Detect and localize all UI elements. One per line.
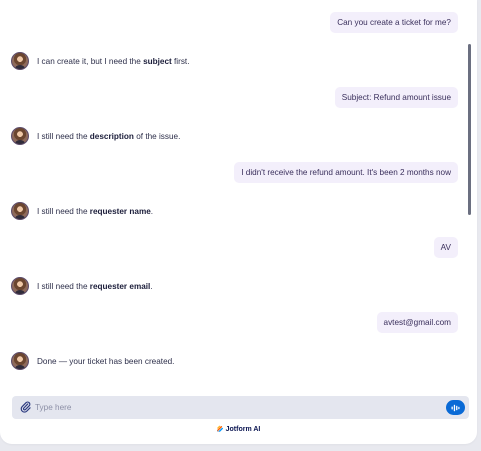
brand-name: Jotform AI xyxy=(225,426,261,433)
user-message-text: avtest@gmail.com xyxy=(383,318,451,327)
bot-message-text: I still need the requester name. xyxy=(37,206,154,216)
scrollbar-thumb[interactable] xyxy=(468,44,471,215)
avatar xyxy=(11,127,29,145)
bot-message: I still need the requester name. xyxy=(11,202,153,220)
bot-message: I still need the requester email. xyxy=(11,277,153,295)
user-message: Subject: Refund amount issue xyxy=(334,87,458,108)
user-message-text: Can you create a ticket for me? xyxy=(337,18,451,27)
bot-message: I can create it, but I need the subject … xyxy=(11,52,189,70)
user-message: avtest@gmail.com xyxy=(376,312,458,333)
avatar xyxy=(11,277,29,295)
waveform-icon xyxy=(451,404,460,411)
paperclip-icon[interactable] xyxy=(20,401,32,414)
brand-footer[interactable]: Jotform AI xyxy=(0,425,477,434)
user-message-text: AV xyxy=(440,243,451,252)
user-message: AV xyxy=(433,237,458,258)
user-message-text: Subject: Refund amount issue xyxy=(341,93,451,102)
chat-window: Can you create a ticket for me? I can cr… xyxy=(0,0,477,444)
bot-message: Done — your ticket has been created. xyxy=(11,352,174,370)
bot-message-text: Done — your ticket has been created. xyxy=(37,356,175,366)
bot-message-text: I still need the requester email. xyxy=(37,281,153,291)
jotform-logo-icon xyxy=(216,425,224,434)
bot-message-text: I can create it, but I need the subject … xyxy=(37,56,190,66)
user-message: I didn't receive the refund amount. It's… xyxy=(234,162,458,183)
avatar xyxy=(11,352,29,370)
message-input[interactable] xyxy=(35,398,435,417)
composer xyxy=(12,396,469,419)
avatar xyxy=(11,202,29,220)
bot-message-text: I still need the description of the issu… xyxy=(37,131,181,141)
voice-button[interactable] xyxy=(446,400,465,415)
user-message-text: I didn't receive the refund amount. It's… xyxy=(241,168,451,177)
bot-message: I still need the description of the issu… xyxy=(11,127,180,145)
avatar xyxy=(11,52,29,70)
user-message: Can you create a ticket for me? xyxy=(330,12,458,33)
